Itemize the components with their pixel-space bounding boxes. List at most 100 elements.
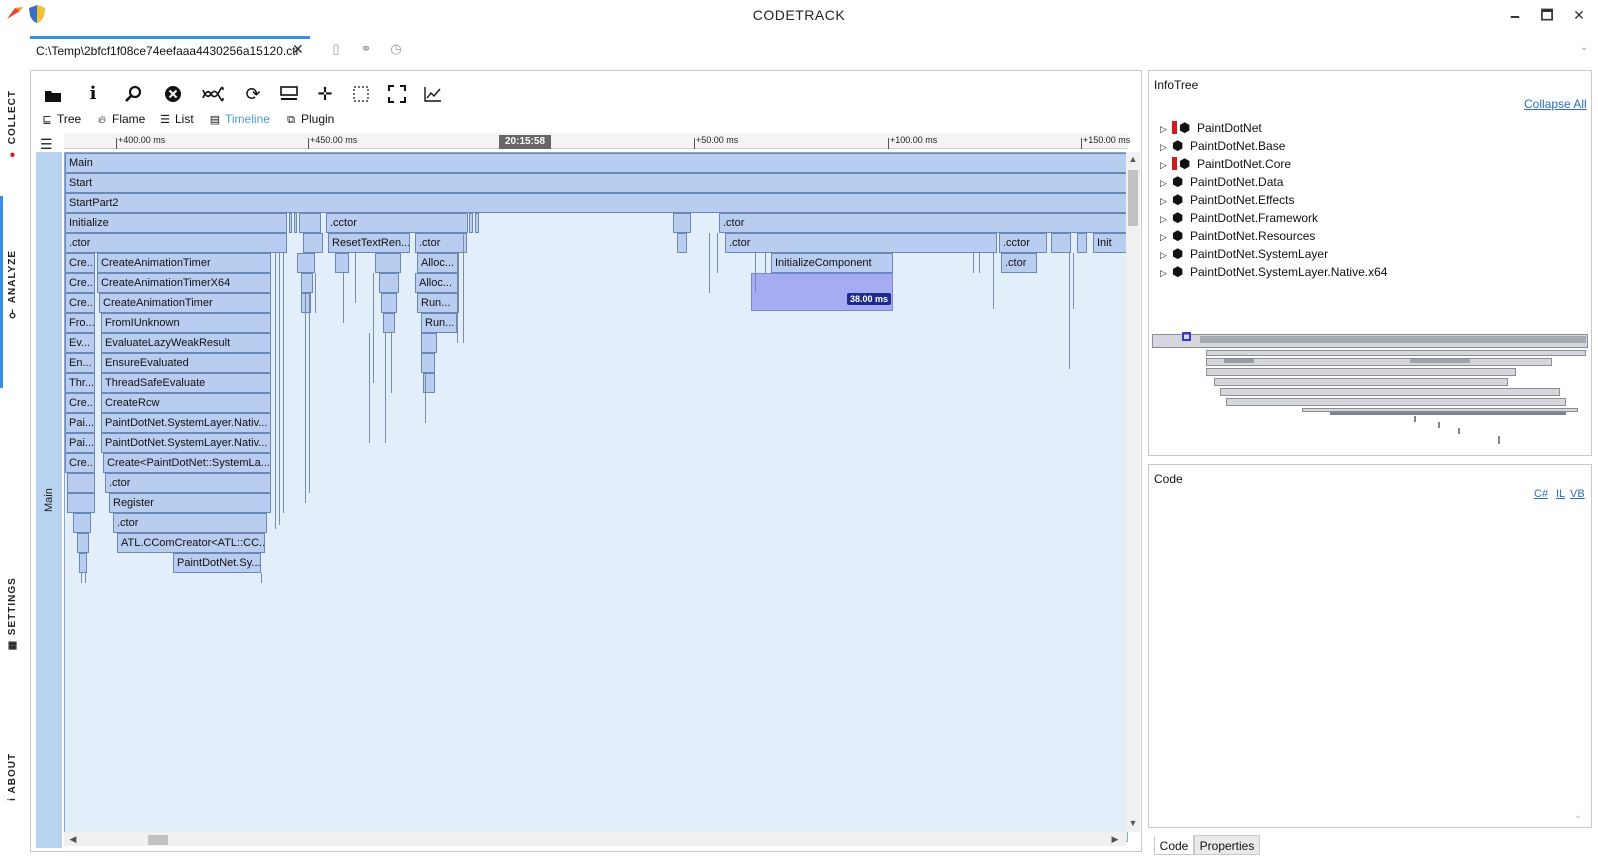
timeline-bar[interactable] <box>79 553 87 573</box>
timeline-bar[interactable] <box>67 473 95 493</box>
expand-icon[interactable]: ▷ <box>1160 264 1172 282</box>
search-icon[interactable] <box>120 82 146 106</box>
tab-code[interactable]: Code <box>1154 835 1194 855</box>
lang-vb-link[interactable]: VB <box>1570 488 1585 500</box>
timeline-frame[interactable]: ThreadSafeEvaluate <box>101 373 271 393</box>
timeline-frame[interactable]: Register <box>109 493 271 513</box>
timeline-bar[interactable] <box>294 213 297 233</box>
timeline-frame[interactable]: Fro... <box>65 313 95 333</box>
info-icon[interactable]: i <box>80 82 106 106</box>
minimize-button[interactable]: 🗕 <box>1500 4 1530 26</box>
folder-icon[interactable] <box>40 82 66 106</box>
timeline-frame[interactable]: .ctor <box>725 233 997 253</box>
timeline-frame[interactable]: InitializeComponent <box>771 253 893 273</box>
nav-settings[interactable]: ▦ SETTINGS <box>2 564 24 664</box>
timeline-bar[interactable] <box>297 253 315 273</box>
timeline-frame[interactable]: CreateAnimationTimerX64 <box>97 273 271 293</box>
scroll-down-icon[interactable]: ▼ <box>1126 818 1140 828</box>
timeline-frame[interactable]: Initialize <box>65 213 287 233</box>
expand-icon[interactable]: ▷ <box>1160 228 1172 246</box>
timeline-frame[interactable]: Pai... <box>65 413 95 433</box>
document-tab[interactable]: C:\Temp\2bfcf1f08ce74eefaaa4430256a15120… <box>30 36 310 62</box>
timeline-frame[interactable]: Pai... <box>65 433 95 453</box>
expand-icon[interactable]: ▷ <box>1160 156 1172 174</box>
timeline-frame[interactable]: Cre... <box>65 273 95 293</box>
close-window-button[interactable]: ✕ <box>1564 4 1594 26</box>
nav-about[interactable]: i ABOUT <box>2 736 24 818</box>
select-region-icon[interactable] <box>348 82 374 106</box>
panel-expand-chevron-icon[interactable]: ⌄ <box>1574 810 1582 821</box>
tree-item[interactable]: ▷ ⬢ PaintDotNet.SystemLayer <box>1160 245 1328 263</box>
timeline-bar[interactable] <box>299 213 321 233</box>
timeline-bar[interactable] <box>421 333 437 353</box>
timeline-frame[interactable]: .ctor <box>105 473 271 493</box>
timeline-frame[interactable]: EnsureEvaluated <box>101 353 271 373</box>
chart-icon[interactable] <box>420 82 446 106</box>
timeline-frame[interactable]: Create<PaintDotNet::SystemLa... <box>103 453 271 473</box>
timeline-frame[interactable]: Alloc... <box>415 273 459 293</box>
tab-overflow-chevron-icon[interactable]: ⌄ <box>1580 42 1588 53</box>
timeline-frame[interactable]: En... <box>65 353 95 373</box>
lang-csharp-link[interactable]: C# <box>1534 488 1548 500</box>
fullscreen-icon[interactable] <box>384 82 410 106</box>
view-list-button[interactable]: ☰ List <box>158 110 194 128</box>
timeline-frame[interactable]: .ctor <box>113 513 267 533</box>
timeline-frame[interactable]: ResetTextRen... <box>328 233 410 253</box>
horizontal-scroll-thumb[interactable] <box>148 835 168 845</box>
view-plugin-button[interactable]: ⧉ Plugin <box>284 110 334 128</box>
collapse-all-link[interactable]: Collapse All <box>1524 97 1587 111</box>
timeline-frame[interactable]: Init <box>1093 233 1127 253</box>
new-document-icon[interactable]: ▯ <box>328 41 344 57</box>
timeline-frame[interactable]: Run... <box>417 293 459 313</box>
expand-icon[interactable]: ▷ <box>1160 246 1172 264</box>
link-icon[interactable]: ⚭ <box>358 41 374 57</box>
timeline-frame[interactable]: .cctor <box>999 233 1047 253</box>
horizontal-scrollbar[interactable] <box>64 832 1126 846</box>
timeline-frame[interactable]: Ev... <box>65 333 95 353</box>
timeline-frame[interactable]: Main <box>65 153 1127 173</box>
tree-item[interactable]: ▷ ⬢ PaintDotNet.Effects <box>1160 191 1295 209</box>
timeline-frame[interactable]: PaintDotNet.Sy... <box>173 553 261 573</box>
timeline-frame[interactable]: FromIUnknown <box>101 313 271 333</box>
timeline-bar[interactable] <box>303 233 323 253</box>
refresh-icon[interactable]: ⟳ <box>240 82 266 106</box>
timeline-frame[interactable]: .cctor <box>326 213 468 233</box>
timeline-frame[interactable]: StartPart2 <box>65 193 1127 213</box>
history-icon[interactable]: ◷ <box>388 41 404 57</box>
timeline-frame[interactable]: Start <box>65 173 1127 193</box>
timeline-bar[interactable] <box>475 213 479 233</box>
timeline-bar[interactable] <box>379 273 399 293</box>
timeline-bar[interactable] <box>677 233 687 253</box>
expand-icon[interactable]: ▷ <box>1160 174 1172 192</box>
scroll-left-icon[interactable]: ◀ <box>66 834 80 845</box>
timeline-frame[interactable]: Run... <box>421 313 457 333</box>
timeline-bar[interactable] <box>77 533 89 553</box>
scroll-right-icon[interactable]: ▶ <box>1108 834 1122 845</box>
vertical-scroll-thumb[interactable] <box>1128 170 1138 226</box>
stop-icon[interactable] <box>160 82 186 106</box>
timeline-frame[interactable]: EvaluateLazyWeakResult <box>101 333 271 353</box>
timeline-bar[interactable] <box>301 273 313 293</box>
split-view-icon[interactable] <box>276 82 302 106</box>
timeline-bar[interactable] <box>289 213 292 233</box>
timeline-bar[interactable] <box>1051 233 1071 253</box>
tree-item[interactable]: ▷ ⬢ PaintDotNet <box>1160 119 1262 137</box>
timeline-bar[interactable] <box>73 513 91 533</box>
move-icon[interactable]: ✛ <box>312 82 338 106</box>
tree-item[interactable]: ▷ ⬢ PaintDotNet.Core <box>1160 155 1291 173</box>
timeline-frame[interactable]: .ctor <box>65 233 287 253</box>
view-flame-button[interactable]: 🔥︎ Flame <box>95 110 145 128</box>
tree-item[interactable]: ▷ ⬢ PaintDotNet.Data <box>1160 173 1283 191</box>
timeline-frame[interactable]: .ctor <box>1001 253 1037 273</box>
timeline-bar[interactable] <box>673 213 691 233</box>
timeline-frame[interactable]: Cre... <box>65 253 95 273</box>
timeline-bar[interactable] <box>381 293 397 313</box>
wave-icon[interactable] <box>200 82 226 106</box>
timeline-bar[interactable] <box>421 353 435 373</box>
tree-item[interactable]: ▷ ⬢ PaintDotNet.SystemLayer.Native.x64 <box>1160 263 1387 281</box>
vertical-scrollbar[interactable] <box>1126 152 1140 832</box>
timeline-frame[interactable]: Alloc... <box>417 253 459 273</box>
timeline-frame[interactable]: CreateRcw <box>101 393 271 413</box>
timeline-bar[interactable] <box>383 313 395 333</box>
timeline-frame[interactable]: .ctor <box>415 233 467 253</box>
